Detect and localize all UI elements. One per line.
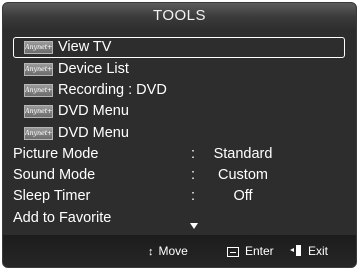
menu-item-label: Device List	[58, 61, 129, 77]
hint-enter: Enter	[227, 235, 274, 267]
exit-icon	[290, 245, 301, 256]
menu-footer-hints: ↕ Move Enter Exit	[3, 235, 356, 267]
anynet-badge-icon: Anynet+	[24, 63, 53, 76]
hint-exit-label: Exit	[308, 244, 329, 258]
anynet-badge-icon: Anynet+	[24, 127, 53, 140]
hint-enter-label: Enter	[245, 244, 274, 258]
menu-item-dvd-menu-2[interactable]: Anynet+ DVD Menu	[13, 123, 345, 144]
menu-item-add-to-favorite[interactable]: Add to Favorite	[13, 208, 345, 229]
anynet-badge-icon: Anynet+	[24, 105, 53, 118]
menu-item-dvd-menu[interactable]: Anynet+ DVD Menu	[13, 101, 345, 122]
menu-item-device-list[interactable]: Anynet+ Device List	[13, 59, 345, 80]
tools-menu-panel: TOOLS Anynet+ View TV Anynet+ Device Lis…	[2, 2, 357, 268]
menu-title: TOOLS	[3, 3, 356, 29]
menu-item-recording-dvd[interactable]: Anynet+ Recording : DVD	[13, 80, 345, 101]
scroll-down-arrow-icon[interactable]	[190, 223, 198, 229]
setting-label: Sound Mode	[13, 167, 96, 183]
hint-exit: Exit	[290, 235, 329, 267]
setting-separator: :	[191, 188, 196, 204]
menu-item-view-tv[interactable]: Anynet+ View TV	[13, 37, 345, 58]
updown-arrow-icon: ↕	[148, 246, 154, 258]
setting-separator: :	[191, 146, 196, 162]
setting-label: Picture Mode	[13, 146, 99, 162]
setting-value: Standard	[213, 146, 273, 162]
menu-item-label: View TV	[58, 39, 112, 55]
anynet-badge-icon: Anynet+	[24, 41, 53, 54]
hint-move-label: Move	[158, 244, 188, 258]
tv-screen: TOOLS Anynet+ View TV Anynet+ Device Lis…	[0, 0, 360, 272]
menu-item-label: DVD Menu	[58, 103, 129, 119]
setting-separator: :	[191, 167, 196, 183]
setting-label: Sleep Timer	[13, 188, 91, 204]
setting-value: Custom	[218, 167, 268, 183]
enter-icon	[227, 247, 239, 257]
menu-item-label: DVD Menu	[58, 125, 129, 141]
menu-item-sound-mode[interactable]: Sound Mode : Custom	[13, 165, 345, 186]
setting-value: Off	[233, 188, 253, 204]
tools-menu-list: Anynet+ View TV Anynet+ Device List Anyn…	[3, 29, 356, 235]
menu-item-picture-mode[interactable]: Picture Mode : Standard	[13, 144, 345, 165]
menu-item-label: Add to Favorite	[13, 210, 112, 226]
menu-item-label: Recording : DVD	[58, 82, 167, 98]
menu-item-sleep-timer[interactable]: Sleep Timer : Off	[13, 186, 345, 207]
anynet-badge-icon: Anynet+	[24, 84, 53, 97]
hint-move: ↕ Move	[148, 235, 188, 267]
